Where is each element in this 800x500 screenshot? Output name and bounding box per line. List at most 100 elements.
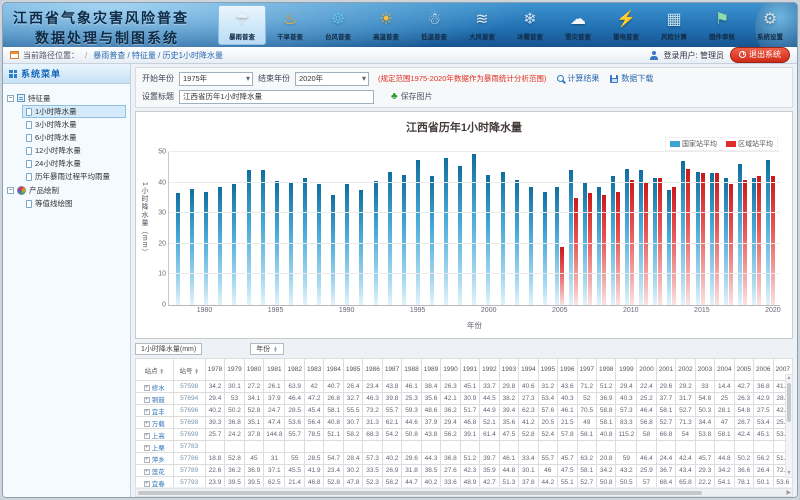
station-name-link[interactable]: 上栗 xyxy=(152,445,165,452)
column-header-year[interactable]: 1992 xyxy=(480,359,499,381)
expand-icon[interactable]: + xyxy=(144,397,150,403)
column-header-year[interactable]: 1983 xyxy=(304,359,323,381)
station-name-cell[interactable]: +上栗 xyxy=(136,441,174,453)
column-header-year[interactable]: 1991 xyxy=(460,359,479,381)
vertical-scrollbar[interactable]: ▲ ▼ xyxy=(785,374,793,478)
column-header-year[interactable]: 1995 xyxy=(538,359,557,381)
bar-区域站平均-2007[interactable] xyxy=(588,193,592,305)
toolbar-item-settings[interactable]: ⚙系统设置 xyxy=(746,5,794,45)
station-name-link[interactable]: 萍乡 xyxy=(152,457,165,464)
bar-区域站平均-2005[interactable] xyxy=(560,247,564,305)
legend-item[interactable]: 国家站平均 xyxy=(670,139,717,149)
bar-国家站平均-2001[interactable] xyxy=(501,172,505,305)
station-name-cell[interactable]: +萍乡 xyxy=(136,453,174,465)
column-header-year[interactable]: 2000 xyxy=(637,359,656,381)
bar-国家站平均-1987[interactable] xyxy=(303,178,307,305)
toolbar-item-lightning[interactable]: ⚡雷电普查 xyxy=(602,5,650,45)
column-header-year[interactable]: 1984 xyxy=(324,359,343,381)
toolbar-item-wind[interactable]: ≋大风普查 xyxy=(458,5,506,45)
bar-国家站平均-2015[interactable] xyxy=(696,172,700,305)
column-header-year[interactable]: 1996 xyxy=(558,359,577,381)
column-header-year[interactable]: 1985 xyxy=(343,359,362,381)
column-header-year[interactable]: 1981 xyxy=(264,359,285,381)
expand-icon[interactable]: + xyxy=(144,457,150,463)
bar-区域站平均-2013[interactable] xyxy=(672,187,676,305)
column-header-station[interactable]: 站点 ▲▼ xyxy=(136,359,174,381)
station-name-link[interactable]: 莲花 xyxy=(152,469,165,476)
column-header-year[interactable]: 1987 xyxy=(382,359,401,381)
scroll-right-icon[interactable]: ▶ xyxy=(786,489,791,497)
column-header-year[interactable]: 1993 xyxy=(499,359,518,381)
tree-item-0-1[interactable]: 3小时降水量 xyxy=(22,118,126,131)
bar-国家站平均-2011[interactable] xyxy=(639,170,643,305)
expand-icon[interactable]: + xyxy=(144,409,150,415)
toolbar-item-snow[interactable]: ☁雪灾普查 xyxy=(554,5,602,45)
tree-item-0-5[interactable]: 历年暴雨过程平均雨量 xyxy=(22,170,126,183)
toolbar-item-cold[interactable]: ☃低温普查 xyxy=(410,5,458,45)
bar-国家站平均-1982[interactable] xyxy=(232,184,236,305)
toolbar-item-calculator[interactable]: ▦风险计算 xyxy=(650,5,698,45)
bar-国家站平均-1993[interactable] xyxy=(388,172,392,305)
bar-国家站平均-2004[interactable] xyxy=(543,192,547,305)
vertical-scroll-thumb[interactable] xyxy=(787,383,791,422)
column-header-year[interactable]: 1990 xyxy=(441,359,460,381)
bar-国家站平均-2018[interactable] xyxy=(738,164,742,305)
bar-国家站平均-1981[interactable] xyxy=(218,187,222,305)
tree-item-0-0[interactable]: 1小时降水量 xyxy=(22,105,126,118)
download-button[interactable]: 数据下载 xyxy=(610,73,653,84)
tree-section-1[interactable]: −产品绘制 xyxy=(7,183,126,197)
bar-区域站平均-2019[interactable] xyxy=(757,176,761,305)
unit-chip[interactable]: 1小时降水量(mm) xyxy=(135,343,202,355)
sort-icon[interactable]: ▲▼ xyxy=(159,368,163,374)
station-name-cell[interactable]: +修水 xyxy=(136,381,174,393)
column-header-station-id[interactable]: 站号 ▲▼ xyxy=(173,359,205,381)
year-sort-chip[interactable]: 年份 ▲▼ xyxy=(250,343,283,355)
legend-item[interactable]: 区域站平均 xyxy=(726,139,773,149)
column-header-year[interactable]: 1979 xyxy=(225,359,244,381)
station-name-link[interactable]: 修水 xyxy=(152,385,165,392)
station-name-link[interactable]: 万载 xyxy=(152,421,165,428)
bar-区域站平均-2017[interactable] xyxy=(729,184,733,305)
toolbar-item-rainstorm[interactable]: ☂暴雨普查 xyxy=(218,5,266,45)
collapse-icon[interactable]: − xyxy=(7,187,14,194)
tree-item-0-4[interactable]: 24小时降水量 xyxy=(22,157,126,170)
bar-国家站平均-2009[interactable] xyxy=(611,176,615,305)
bar-国家站平均-1998[interactable] xyxy=(458,166,462,305)
station-name-cell[interactable]: +宜丰 xyxy=(136,405,174,417)
bar-国家站平均-1999[interactable] xyxy=(472,154,476,305)
bar-区域站平均-2009[interactable] xyxy=(616,192,620,305)
expand-icon[interactable]: + xyxy=(144,433,150,439)
station-name-cell[interactable]: +宜春 xyxy=(136,477,174,488)
bar-国家站平均-1997[interactable] xyxy=(444,158,448,305)
bar-区域站平均-2012[interactable] xyxy=(658,178,662,305)
column-header-year[interactable]: 1998 xyxy=(596,359,615,381)
tree-section-0[interactable]: −特征量 xyxy=(7,91,126,105)
column-header-year[interactable]: 2006 xyxy=(754,359,773,381)
station-name-link[interactable]: 宜丰 xyxy=(152,409,165,416)
bar-国家站平均-1979[interactable] xyxy=(190,189,194,305)
column-header-year[interactable]: 1982 xyxy=(285,359,304,381)
bar-国家站平均-2008[interactable] xyxy=(597,187,601,305)
calculate-button[interactable]: 计算结果 xyxy=(557,73,599,84)
column-header-year[interactable]: 1988 xyxy=(402,359,421,381)
bar-国家站平均-2013[interactable] xyxy=(667,190,671,305)
station-name-link[interactable]: 铜鼓 xyxy=(152,397,165,404)
bar-国家站平均-1978[interactable] xyxy=(176,193,180,305)
chart-title-input[interactable]: 江西省历年1小时降水量 xyxy=(179,90,374,104)
bar-国家站平均-2010[interactable] xyxy=(625,169,629,305)
expand-icon[interactable]: + xyxy=(144,421,150,427)
column-header-year[interactable]: 2004 xyxy=(715,359,734,381)
bar-国家站平均-2017[interactable] xyxy=(724,178,728,305)
toolbar-item-heat[interactable]: ☀高温普查 xyxy=(362,5,410,45)
expand-icon[interactable]: + xyxy=(144,445,150,451)
toolbar-item-typhoon[interactable]: ☸台风普查 xyxy=(314,5,362,45)
expand-icon[interactable]: + xyxy=(144,481,150,487)
collapse-icon[interactable]: − xyxy=(7,95,14,102)
column-header-year[interactable]: 2002 xyxy=(676,359,695,381)
expand-icon[interactable]: + xyxy=(144,385,150,391)
bar-国家站平均-2003[interactable] xyxy=(529,187,533,305)
bar-国家站平均-1983[interactable] xyxy=(247,170,251,305)
column-header-year[interactable]: 1986 xyxy=(363,359,382,381)
start-year-select[interactable]: 1975年 xyxy=(179,72,253,86)
sort-icon[interactable]: ▲▼ xyxy=(194,368,198,374)
